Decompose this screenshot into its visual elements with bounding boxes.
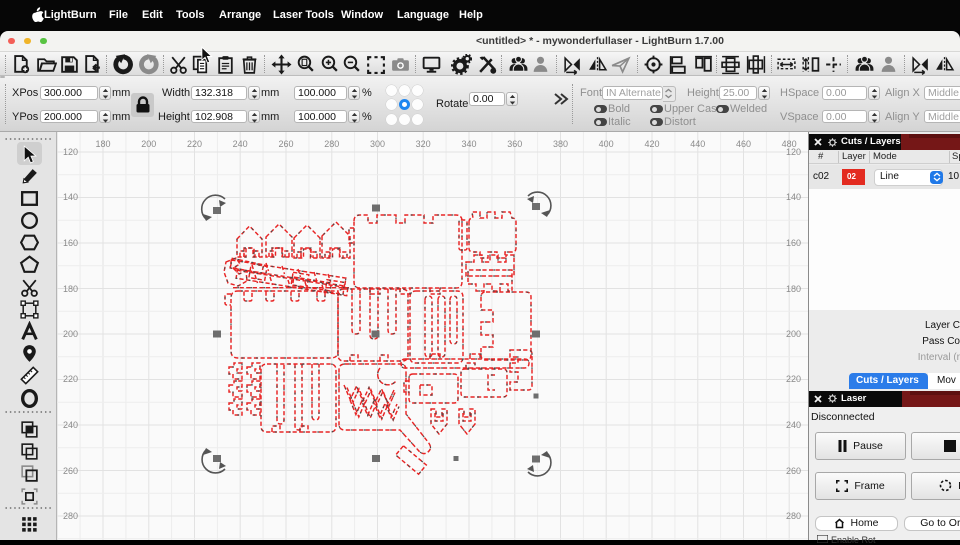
svg-text:260: 260 [278,139,293,149]
svg-text:320: 320 [416,139,431,149]
svg-text:380: 380 [553,139,568,149]
svg-text:160: 160 [63,238,78,248]
svg-text:420: 420 [644,139,659,149]
svg-text:120: 120 [63,147,78,157]
svg-text:280: 280 [324,139,339,149]
svg-text:200: 200 [786,329,801,339]
svg-text:280: 280 [63,511,78,521]
svg-text:240: 240 [786,420,801,430]
svg-text:200: 200 [141,139,156,149]
svg-text:440: 440 [690,139,705,149]
svg-text:260: 260 [786,466,801,476]
svg-text:340: 340 [461,139,476,149]
svg-text:180: 180 [95,139,110,149]
svg-text:360: 360 [507,139,522,149]
svg-text:220: 220 [63,374,78,384]
svg-text:160: 160 [786,238,801,248]
svg-text:180: 180 [786,284,801,294]
svg-text:220: 220 [786,374,801,384]
svg-text:140: 140 [786,192,801,202]
svg-text:260: 260 [63,466,78,476]
svg-text:300: 300 [370,139,385,149]
svg-text:240: 240 [233,139,248,149]
svg-text:400: 400 [599,139,614,149]
svg-text:200: 200 [63,329,78,339]
svg-text:140: 140 [63,192,78,202]
svg-text:180: 180 [63,284,78,294]
svg-text:120: 120 [786,147,801,157]
svg-text:460: 460 [736,139,751,149]
svg-text:240: 240 [63,420,78,430]
svg-text:280: 280 [786,511,801,521]
svg-text:220: 220 [187,139,202,149]
